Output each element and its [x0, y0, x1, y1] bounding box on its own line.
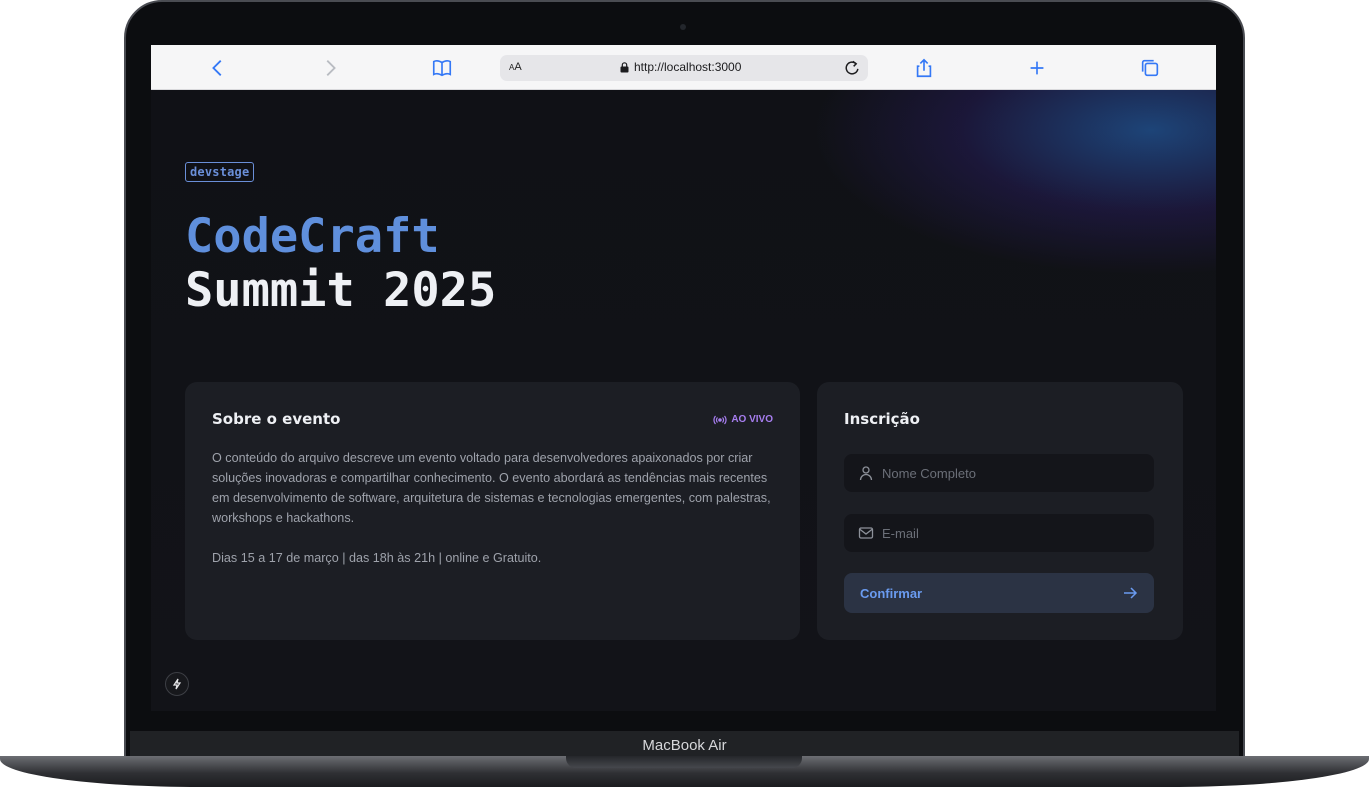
- camera: [680, 24, 686, 30]
- url-display[interactable]: http://localhost:3000: [620, 60, 741, 74]
- reader-text-size-button[interactable]: AAAA: [509, 61, 522, 73]
- lock-icon: [620, 61, 629, 72]
- title-line-2: Summit 2025: [185, 263, 497, 318]
- user-icon: [859, 466, 873, 481]
- bookmarks-icon[interactable]: [430, 56, 454, 80]
- dev-tools-button[interactable]: [165, 672, 189, 696]
- share-icon[interactable]: [912, 56, 936, 80]
- email-input[interactable]: [882, 525, 1132, 541]
- new-tab-icon[interactable]: [1025, 56, 1049, 80]
- laptop-notch: [566, 756, 802, 768]
- address-bar[interactable]: AAAA http://localhost:3000: [500, 55, 868, 81]
- page: devstage CodeCraft Summit 2025 Sobre o e…: [151, 90, 1216, 711]
- laptop-chin: MacBook Air: [130, 731, 1239, 759]
- lightning-icon: [172, 678, 182, 690]
- device-label: MacBook Air: [642, 736, 727, 754]
- live-label: AO VIVO: [731, 414, 773, 425]
- mail-icon: [858, 527, 874, 539]
- name-input[interactable]: [882, 465, 1132, 481]
- url-text: http://localhost:3000: [634, 60, 742, 74]
- email-field[interactable]: [844, 514, 1154, 552]
- tabs-icon[interactable]: [1138, 56, 1162, 80]
- name-field[interactable]: [844, 454, 1154, 492]
- live-badge: AO VIVO: [713, 414, 773, 425]
- confirm-label: Confirmar: [860, 585, 923, 601]
- about-description: O conteúdo do arquivo descreve um evento…: [212, 451, 771, 525]
- confirm-button[interactable]: Confirmar: [844, 573, 1154, 613]
- about-card: Sobre o evento AO VIVO O conteúdo do arq…: [185, 382, 800, 640]
- registration-card: Inscrição Confirmar: [817, 382, 1183, 640]
- screen: AAAA http://localhost:3000 devstage Code…: [151, 45, 1216, 711]
- about-heading: Sobre o evento: [212, 410, 341, 428]
- registration-heading: Inscrição: [844, 410, 920, 428]
- arrow-right-icon: [1124, 587, 1138, 599]
- devstage-logo[interactable]: devstage: [185, 162, 255, 182]
- title-line-1: CodeCraft: [185, 209, 440, 264]
- event-dates: Dias 15 a 17 de março | das 18h às 21h |…: [212, 551, 542, 565]
- live-broadcast-icon: [713, 415, 727, 424]
- forward-icon[interactable]: [318, 56, 342, 80]
- back-icon[interactable]: [206, 56, 230, 80]
- browser-toolbar: AAAA http://localhost:3000: [151, 45, 1216, 90]
- page-title: CodeCraft Summit 2025: [185, 210, 496, 318]
- reload-icon[interactable]: [842, 58, 862, 78]
